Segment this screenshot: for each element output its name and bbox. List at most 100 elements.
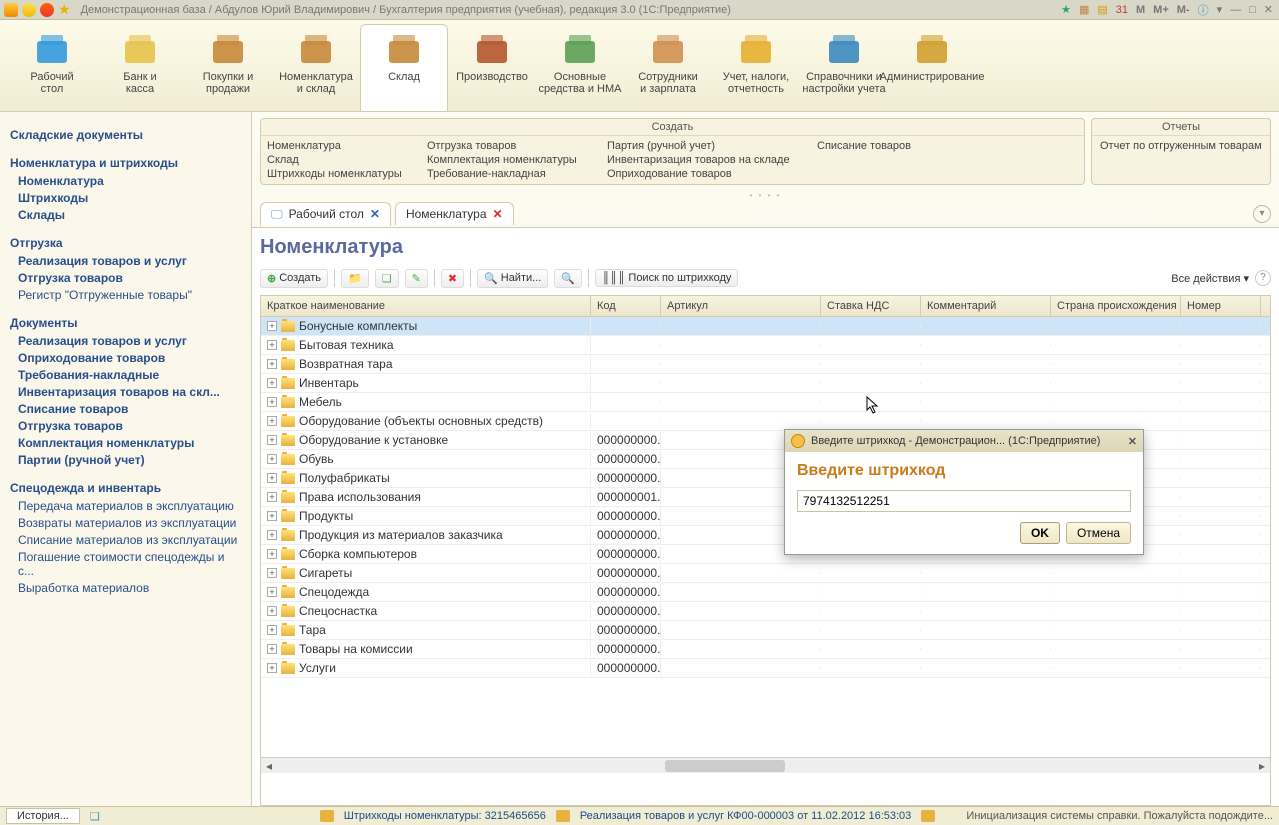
expand-icon[interactable]: + (267, 397, 277, 407)
reports-link[interactable]: Отчет по отгруженным товарам (1092, 136, 1270, 156)
tab-close-icon[interactable]: ✕ (493, 207, 503, 221)
sidebar-link[interactable]: Штрихкоды (18, 191, 241, 205)
sidebar-section-docs-h[interactable]: Складские документы (10, 128, 241, 142)
table-row[interactable]: +Услуги000000000... (261, 659, 1270, 678)
expand-icon[interactable]: + (267, 587, 277, 597)
sidebar-section-documents-h[interactable]: Документы (10, 316, 241, 330)
toolbar-section-7[interactable]: Сотрудникии зарплата (624, 24, 712, 111)
column-header[interactable]: Артикул (661, 296, 821, 316)
sidebar-link[interactable]: Выработка материалов (18, 581, 241, 595)
sidebar-link[interactable]: Передача материалов в эксплуатацию (18, 499, 241, 513)
dropdown-icon[interactable]: ▾ (1215, 3, 1225, 16)
sidebar-link[interactable]: Номенклатура (18, 174, 241, 188)
info-icon[interactable]: ⓘ (1196, 2, 1211, 18)
sidebar-section-shipment-h[interactable]: Отгрузка (10, 236, 241, 250)
create-link[interactable]: Списание товаров (817, 140, 937, 152)
expand-icon[interactable]: + (267, 663, 277, 673)
toolbar-section-10[interactable]: Администрирование (888, 24, 976, 111)
history-button[interactable]: История... (6, 808, 80, 824)
menu-dropdown-icon[interactable] (22, 3, 36, 17)
create-link[interactable]: Отгрузка товаров (427, 140, 597, 152)
expand-icon[interactable]: + (267, 473, 277, 483)
sidebar-link[interactable]: Оприходование товаров (18, 351, 241, 365)
create-link[interactable]: Требование-накладная (427, 168, 597, 180)
sidebar-link[interactable]: Инвентаризация товаров на скл... (18, 385, 241, 399)
tab-close-icon[interactable]: ✕ (370, 207, 380, 221)
table-row[interactable]: +Спецодежда000000000... (261, 583, 1270, 602)
all-actions-menu[interactable]: Все действия ▾ (1171, 272, 1249, 285)
scroll-thumb[interactable] (665, 760, 785, 772)
delete-button[interactable]: ✖ (441, 269, 464, 288)
create-button[interactable]: ⊕Создать (260, 269, 328, 288)
barcode-input[interactable] (797, 490, 1131, 512)
scroll-right-arrow[interactable]: ▸ (1254, 758, 1270, 774)
expand-icon[interactable]: + (267, 359, 277, 369)
toolbar-section-5[interactable]: Производство (448, 24, 536, 111)
edit-button[interactable]: ✎ (405, 269, 428, 288)
toolbar-section-2[interactable]: Покупки ипродажи (184, 24, 272, 111)
fav-icon[interactable]: ★ (1059, 3, 1073, 16)
maximize-button[interactable]: □ (1247, 4, 1258, 16)
sidebar-link[interactable]: Возвраты материалов из эксплуатации (18, 516, 241, 530)
table-row[interactable]: +Тара000000000... (261, 621, 1270, 640)
new-folder-button[interactable]: 📁 (341, 269, 369, 288)
expand-icon[interactable]: + (267, 530, 277, 540)
memory-m[interactable]: M (1134, 4, 1147, 16)
minimize-button[interactable]: — (1228, 4, 1243, 16)
expand-icon[interactable]: + (267, 568, 277, 578)
sidebar-section-nomenclature-h[interactable]: Номенклатура и штрихкоды (10, 156, 241, 170)
expand-menu-button[interactable]: ▾ (1253, 205, 1271, 223)
help-button[interactable]: ? (1255, 270, 1271, 286)
column-header[interactable]: Комментарий (921, 296, 1051, 316)
expand-icon[interactable]: + (267, 378, 277, 388)
cancel-button[interactable]: Отмена (1066, 522, 1131, 544)
tab-nomenclature[interactable]: Номенклатура ✕ (395, 202, 514, 225)
expand-icon[interactable]: + (267, 321, 277, 331)
expand-icon[interactable]: + (267, 511, 277, 521)
table-row[interactable]: +Товары на комиссии000000000... (261, 640, 1270, 659)
table-row[interactable]: +Сигареты000000000... (261, 564, 1270, 583)
sidebar-link[interactable]: Партии (ручной учет) (18, 453, 241, 467)
create-link[interactable]: Партия (ручной учет) (607, 140, 807, 152)
expand-icon[interactable]: + (267, 454, 277, 464)
sidebar-link[interactable]: Реализация товаров и услуг (18, 334, 241, 348)
toolbar-section-1[interactable]: Банк икасса (96, 24, 184, 111)
ok-button[interactable]: OK (1020, 522, 1060, 544)
toolbar-section-8[interactable]: Учет, налоги,отчетность (712, 24, 800, 111)
table-row[interactable]: +Возвратная тара (261, 355, 1270, 374)
expand-icon[interactable]: + (267, 625, 277, 635)
sidebar-link[interactable]: Комплектация номенклатуры (18, 436, 241, 450)
create-link[interactable]: Склад (267, 154, 417, 166)
sidebar-link[interactable]: Отгрузка товаров (18, 419, 241, 433)
expand-icon[interactable]: + (267, 644, 277, 654)
grid-icon[interactable]: ▦ (1077, 3, 1091, 16)
close-button[interactable]: ✕ (1262, 3, 1275, 16)
clear-find-button[interactable]: 🔍 (554, 269, 582, 288)
create-link[interactable]: Номенклатура (267, 140, 417, 152)
create-link[interactable]: Инвентаризация товаров на складе (607, 154, 807, 166)
toolbar-section-0[interactable]: Рабочийстол (8, 24, 96, 111)
expand-icon[interactable]: + (267, 435, 277, 445)
sidebar-link[interactable]: Списание товаров (18, 402, 241, 416)
modal-titlebar[interactable]: Введите штрихкод - Демонстрацион... (1С:… (785, 430, 1143, 452)
toolbar-section-3[interactable]: Номенклатураи склад (272, 24, 360, 111)
create-link[interactable]: Комплектация номенклатуры (427, 154, 597, 166)
table-row[interactable]: +Мебель (261, 393, 1270, 412)
table-row[interactable]: +Инвентарь (261, 374, 1270, 393)
calendar-icon[interactable]: 31 (1114, 4, 1130, 16)
column-header[interactable]: Номер (1181, 296, 1261, 316)
barcode-search-button[interactable]: ║║║Поиск по штрихкоду (595, 269, 738, 287)
sidebar-link[interactable]: Требования-накладные (18, 368, 241, 382)
expand-icon[interactable]: + (267, 340, 277, 350)
calc-icon[interactable]: ▤ (1095, 3, 1109, 16)
column-header[interactable]: Краткое наименование (261, 296, 591, 316)
sidebar-link[interactable]: Отгрузка товаров (18, 271, 241, 285)
create-link[interactable]: Штрихкоды номенклатуры (267, 168, 417, 180)
windows-icon[interactable]: ❏ (90, 810, 100, 823)
sidebar-link[interactable]: Регистр "Отгруженные товары" (18, 288, 241, 302)
status-link-1[interactable]: Штрихкоды номенклатуры: 3215465656 (344, 810, 546, 822)
record-icon[interactable] (40, 3, 54, 17)
expand-icon[interactable]: + (267, 492, 277, 502)
status-link-2[interactable]: Реализация товаров и услуг КФ00-000003 о… (580, 810, 911, 822)
column-header[interactable]: Код (591, 296, 661, 316)
